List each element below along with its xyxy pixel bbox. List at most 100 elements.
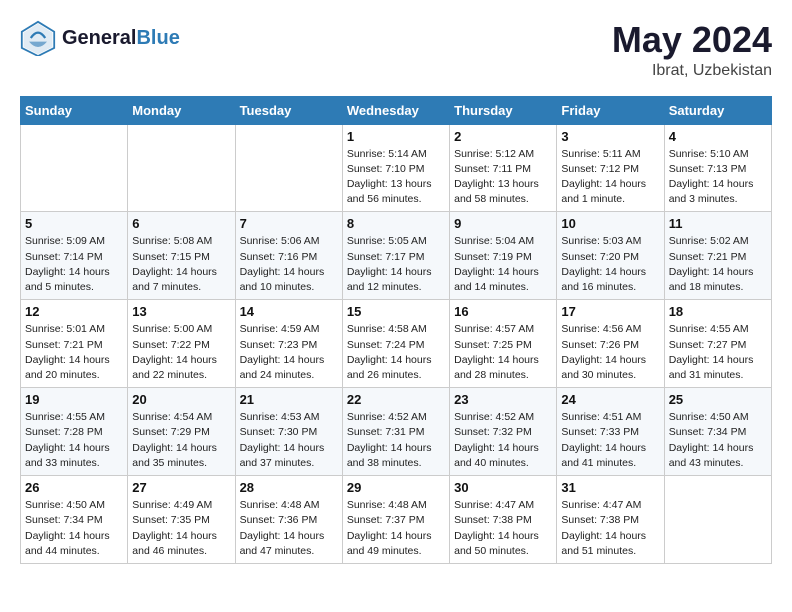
- day-detail: Sunrise: 5:05 AMSunset: 7:17 PMDaylight:…: [347, 234, 445, 295]
- day-detail: Sunrise: 4:50 AMSunset: 7:34 PMDaylight:…: [669, 410, 767, 471]
- day-number: 15: [347, 304, 445, 319]
- calendar-week-5: 26 Sunrise: 4:50 AMSunset: 7:34 PMDayligh…: [21, 476, 772, 564]
- calendar-cell: 17 Sunrise: 4:56 AMSunset: 7:26 PMDayligh…: [557, 300, 664, 388]
- day-detail: Sunrise: 5:12 AMSunset: 7:11 PMDaylight:…: [454, 147, 552, 208]
- day-number: 12: [25, 304, 123, 319]
- day-number: 22: [347, 392, 445, 407]
- calendar-cell: 23 Sunrise: 4:52 AMSunset: 7:32 PMDayligh…: [450, 388, 557, 476]
- day-number: 2: [454, 129, 552, 144]
- day-number: 16: [454, 304, 552, 319]
- weekday-header-monday: Monday: [128, 96, 235, 124]
- calendar-cell: 29Sunrise: 4:48 AMSunset: 7:37 PMDayligh…: [342, 476, 449, 564]
- day-detail: Sunrise: 4:52 AMSunset: 7:31 PMDaylight:…: [347, 410, 445, 471]
- day-detail: Sunrise: 4:58 AMSunset: 7:24 PMDaylight:…: [347, 322, 445, 383]
- day-number: 13: [132, 304, 230, 319]
- day-detail: Sunrise: 4:48 AMSunset: 7:36 PMDaylight:…: [240, 498, 338, 559]
- calendar-week-4: 19 Sunrise: 4:55 AMSunset: 7:28 PMDayligh…: [21, 388, 772, 476]
- logo-icon: [20, 20, 56, 56]
- day-number: 31: [561, 480, 659, 495]
- calendar-cell: 14Sunrise: 4:59 AMSunset: 7:23 PMDayligh…: [235, 300, 342, 388]
- weekday-header-thursday: Thursday: [450, 96, 557, 124]
- day-detail: Sunrise: 4:57 AMSunset: 7:25 PMDaylight:…: [454, 322, 552, 383]
- day-number: 11: [669, 216, 767, 231]
- day-number: 4: [669, 129, 767, 144]
- day-detail: Sunrise: 5:09 AMSunset: 7:14 PMDaylight:…: [25, 234, 123, 295]
- day-detail: Sunrise: 5:06 AMSunset: 7:16 PMDaylight:…: [240, 234, 338, 295]
- day-detail: Sunrise: 4:56 AMSunset: 7:26 PMDaylight:…: [561, 322, 659, 383]
- day-detail: Sunrise: 5:03 AMSunset: 7:20 PMDaylight:…: [561, 234, 659, 295]
- day-number: 19: [25, 392, 123, 407]
- day-number: 20: [132, 392, 230, 407]
- day-number: 9: [454, 216, 552, 231]
- day-number: 1: [347, 129, 445, 144]
- calendar-cell: 11 Sunrise: 5:02 AMSunset: 7:21 PMDayligh…: [664, 212, 771, 300]
- logo: GeneralBlue: [20, 20, 180, 56]
- calendar-cell: [128, 124, 235, 212]
- day-detail: Sunrise: 4:49 AMSunset: 7:35 PMDaylight:…: [132, 498, 230, 559]
- calendar-table: SundayMondayTuesdayWednesdayThursdayFrid…: [20, 96, 772, 564]
- calendar-cell: 16 Sunrise: 4:57 AMSunset: 7:25 PMDayligh…: [450, 300, 557, 388]
- calendar-cell: [21, 124, 128, 212]
- calendar-cell: 27Sunrise: 4:49 AMSunset: 7:35 PMDayligh…: [128, 476, 235, 564]
- calendar-cell: 25 Sunrise: 4:50 AMSunset: 7:34 PMDayligh…: [664, 388, 771, 476]
- title-block: May 2024 Ibrat, Uzbekistan: [612, 20, 772, 80]
- day-number: 21: [240, 392, 338, 407]
- day-number: 6: [132, 216, 230, 231]
- calendar-cell: 22 Sunrise: 4:52 AMSunset: 7:31 PMDayligh…: [342, 388, 449, 476]
- calendar-cell: 10 Sunrise: 5:03 AMSunset: 7:20 PMDayligh…: [557, 212, 664, 300]
- calendar-week-3: 12 Sunrise: 5:01 AMSunset: 7:21 PMDayligh…: [21, 300, 772, 388]
- calendar-cell: 18 Sunrise: 4:55 AMSunset: 7:27 PMDayligh…: [664, 300, 771, 388]
- day-number: 30: [454, 480, 552, 495]
- calendar-cell: 2 Sunrise: 5:12 AMSunset: 7:11 PMDaylight…: [450, 124, 557, 212]
- day-detail: Sunrise: 5:10 AMSunset: 7:13 PMDaylight:…: [669, 147, 767, 208]
- calendar-cell: 26 Sunrise: 4:50 AMSunset: 7:34 PMDayligh…: [21, 476, 128, 564]
- day-detail: Sunrise: 4:55 AMSunset: 7:28 PMDaylight:…: [25, 410, 123, 471]
- calendar-cell: 20 Sunrise: 4:54 AMSunset: 7:29 PMDayligh…: [128, 388, 235, 476]
- day-number: 8: [347, 216, 445, 231]
- day-number: 25: [669, 392, 767, 407]
- day-detail: Sunrise: 5:01 AMSunset: 7:21 PMDaylight:…: [25, 322, 123, 383]
- day-detail: Sunrise: 5:08 AMSunset: 7:15 PMDaylight:…: [132, 234, 230, 295]
- day-number: 26: [25, 480, 123, 495]
- calendar-cell: 3Sunrise: 5:11 AMSunset: 7:12 PMDaylight…: [557, 124, 664, 212]
- calendar-cell: [235, 124, 342, 212]
- day-number: 28: [240, 480, 338, 495]
- calendar-cell: 28 Sunrise: 4:48 AMSunset: 7:36 PMDayligh…: [235, 476, 342, 564]
- day-number: 23: [454, 392, 552, 407]
- calendar-cell: 4 Sunrise: 5:10 AMSunset: 7:13 PMDaylight…: [664, 124, 771, 212]
- weekday-header-friday: Friday: [557, 96, 664, 124]
- calendar-cell: 5 Sunrise: 5:09 AMSunset: 7:14 PMDaylight…: [21, 212, 128, 300]
- calendar-week-2: 5 Sunrise: 5:09 AMSunset: 7:14 PMDaylight…: [21, 212, 772, 300]
- day-detail: Sunrise: 5:04 AMSunset: 7:19 PMDaylight:…: [454, 234, 552, 295]
- day-detail: Sunrise: 5:14 AMSunset: 7:10 PMDaylight:…: [347, 147, 445, 208]
- day-detail: Sunrise: 4:54 AMSunset: 7:29 PMDaylight:…: [132, 410, 230, 471]
- day-number: 17: [561, 304, 659, 319]
- calendar-cell: 7 Sunrise: 5:06 AMSunset: 7:16 PMDaylight…: [235, 212, 342, 300]
- day-number: 10: [561, 216, 659, 231]
- calendar-cell: 15 Sunrise: 4:58 AMSunset: 7:24 PMDayligh…: [342, 300, 449, 388]
- day-number: 7: [240, 216, 338, 231]
- day-number: 18: [669, 304, 767, 319]
- day-detail: Sunrise: 4:50 AMSunset: 7:34 PMDaylight:…: [25, 498, 123, 559]
- day-detail: Sunrise: 4:51 AMSunset: 7:33 PMDaylight:…: [561, 410, 659, 471]
- day-detail: Sunrise: 5:00 AMSunset: 7:22 PMDaylight:…: [132, 322, 230, 383]
- weekday-header-sunday: Sunday: [21, 96, 128, 124]
- logo-text: GeneralBlue: [62, 27, 180, 50]
- day-detail: Sunrise: 4:47 AMSunset: 7:38 PMDaylight:…: [561, 498, 659, 559]
- day-detail: Sunrise: 4:47 AMSunset: 7:38 PMDaylight:…: [454, 498, 552, 559]
- location: Ibrat, Uzbekistan: [612, 62, 772, 80]
- weekday-header-tuesday: Tuesday: [235, 96, 342, 124]
- day-detail: Sunrise: 5:02 AMSunset: 7:21 PMDaylight:…: [669, 234, 767, 295]
- day-number: 29: [347, 480, 445, 495]
- day-detail: Sunrise: 4:52 AMSunset: 7:32 PMDaylight:…: [454, 410, 552, 471]
- calendar-cell: [664, 476, 771, 564]
- day-number: 3: [561, 129, 659, 144]
- calendar-cell: 30 Sunrise: 4:47 AMSunset: 7:38 PMDayligh…: [450, 476, 557, 564]
- calendar-cell: 8 Sunrise: 5:05 AMSunset: 7:17 PMDaylight…: [342, 212, 449, 300]
- day-detail: Sunrise: 4:55 AMSunset: 7:27 PMDaylight:…: [669, 322, 767, 383]
- calendar-cell: 12 Sunrise: 5:01 AMSunset: 7:21 PMDayligh…: [21, 300, 128, 388]
- calendar-cell: 9 Sunrise: 5:04 AMSunset: 7:19 PMDaylight…: [450, 212, 557, 300]
- calendar-cell: 1 Sunrise: 5:14 AMSunset: 7:10 PMDaylight…: [342, 124, 449, 212]
- calendar-cell: 21Sunrise: 4:53 AMSunset: 7:30 PMDayligh…: [235, 388, 342, 476]
- day-number: 5: [25, 216, 123, 231]
